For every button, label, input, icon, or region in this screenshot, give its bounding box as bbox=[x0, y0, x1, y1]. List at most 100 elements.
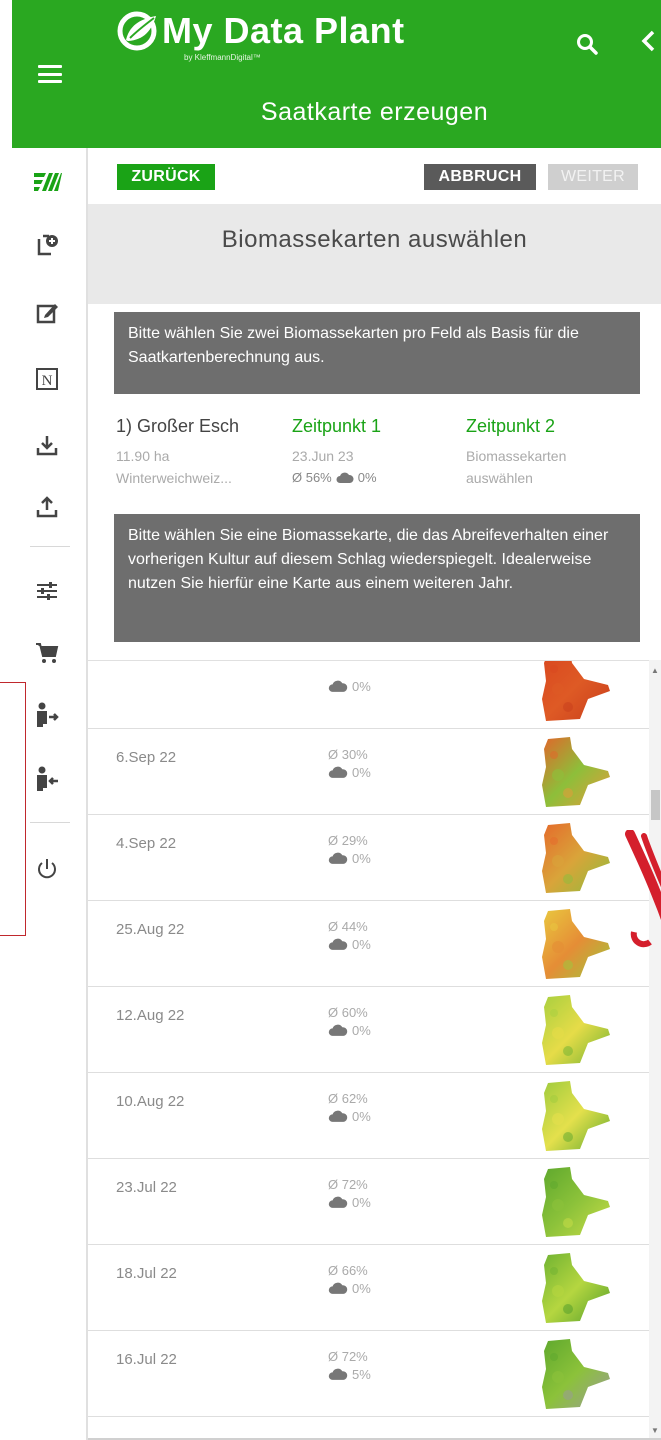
search-icon[interactable] bbox=[575, 32, 599, 56]
timepoint-2-hint-2: auswählen bbox=[466, 470, 533, 486]
cloud-value: 0% bbox=[352, 1195, 371, 1210]
biomass-map-thumbnail[interactable] bbox=[536, 993, 616, 1067]
map-date: 4.Sep 22 bbox=[116, 835, 177, 852]
biomass-map-thumbnail[interactable] bbox=[536, 1251, 616, 1325]
map-mean-value: Ø 66% bbox=[328, 1263, 368, 1278]
scroll-up-icon[interactable]: ▲ bbox=[651, 666, 659, 675]
timepoint-1-stats: Ø 56% 0% bbox=[292, 470, 377, 485]
map-date: 12.Aug 22 bbox=[116, 1007, 185, 1024]
map-date: 18.Jul 22 bbox=[116, 1265, 177, 1282]
red-annotation-mark bbox=[625, 830, 661, 948]
biomass-map-thumbnail[interactable] bbox=[536, 907, 616, 981]
cloud-value: 0% bbox=[352, 765, 371, 780]
highlight-annotation bbox=[0, 682, 26, 936]
map-mean-value: Ø 72% bbox=[328, 1349, 368, 1364]
section-title: Biomassekarten auswählen bbox=[221, 226, 528, 253]
biomass-map-list[interactable]: 0% 6.Sep 22 Ø 30% 0% 4.Sep 22 Ø 29% 0% 25.Aug 2… bbox=[88, 660, 649, 1440]
cloud-icon bbox=[336, 472, 354, 483]
info-message-2: Bitte wählen Sie eine Biomassekarte, die… bbox=[114, 514, 640, 642]
sliders-icon bbox=[37, 582, 57, 600]
sidebar-item-new[interactable] bbox=[32, 230, 62, 260]
map-cloud-cover: 0% bbox=[328, 937, 371, 952]
timepoint-2-label[interactable]: Zeitpunkt 2 bbox=[466, 416, 555, 437]
cloud-icon bbox=[328, 1282, 348, 1294]
list-item[interactable]: 10.Aug 22 Ø 62% 0% bbox=[88, 1075, 649, 1159]
sidebar-divider-2 bbox=[30, 822, 70, 823]
sidebar-item-fields[interactable] bbox=[32, 166, 62, 196]
cloud-icon bbox=[328, 1024, 348, 1036]
next-button[interactable]: WEITER bbox=[548, 164, 638, 190]
field-area: 11.90 ha bbox=[116, 448, 170, 464]
cloud-value: 0% bbox=[352, 1023, 371, 1038]
sidebar-item-export-user[interactable] bbox=[32, 700, 62, 730]
map-date: 10.Aug 22 bbox=[116, 1093, 185, 1110]
hamburger-icon bbox=[38, 65, 62, 83]
add-document-icon bbox=[37, 234, 58, 256]
cloud-icon bbox=[328, 680, 348, 692]
back-button[interactable]: ZURÜCK bbox=[117, 164, 215, 190]
field-stripes-icon bbox=[34, 173, 62, 191]
map-cloud-cover: 0% bbox=[328, 679, 371, 694]
sidebar-item-edit[interactable] bbox=[32, 298, 62, 328]
cloud-icon bbox=[328, 1196, 348, 1208]
map-mean-value: Ø 29% bbox=[328, 833, 368, 848]
biomass-map-thumbnail[interactable] bbox=[536, 660, 616, 723]
app-subtitle: by KleffmannDigital™ bbox=[184, 53, 261, 62]
map-cloud-cover: 0% bbox=[328, 1023, 371, 1038]
map-cloud-cover: 5% bbox=[328, 1367, 371, 1382]
timepoint-1-date: 23.Jun 23 bbox=[292, 448, 354, 464]
biomass-map-thumbnail[interactable] bbox=[536, 735, 616, 809]
list-item[interactable]: 12.Aug 22 Ø 60% 0% bbox=[88, 989, 649, 1073]
section-header bbox=[88, 204, 661, 304]
cloud-value: 0% bbox=[352, 937, 371, 952]
sidebar-item-download[interactable] bbox=[32, 430, 62, 460]
biomass-map-thumbnail[interactable] bbox=[536, 1079, 616, 1153]
list-item[interactable]: 0% bbox=[88, 660, 649, 729]
sidebar-item-import-user[interactable] bbox=[32, 764, 62, 794]
map-mean-value: Ø 72% bbox=[328, 1177, 368, 1192]
cloud-icon bbox=[328, 938, 348, 950]
app-logo[interactable]: My Data Plant bbox=[116, 10, 405, 52]
map-cloud-cover: 0% bbox=[328, 1109, 371, 1124]
main-content: ZURÜCK ABBRUCH WEITER Biomassekarten aus… bbox=[88, 148, 661, 1440]
timepoint-1-label[interactable]: Zeitpunkt 1 bbox=[292, 416, 381, 437]
list-item[interactable]: 23.Jul 22 Ø 72% 0% bbox=[88, 1161, 649, 1245]
edit-icon bbox=[36, 304, 58, 324]
map-cloud-cover: 0% bbox=[328, 851, 371, 866]
sidebar-item-shop[interactable] bbox=[32, 638, 62, 668]
timepoint-1-cloud: 0% bbox=[357, 470, 377, 485]
menu-button[interactable] bbox=[12, 0, 88, 148]
cancel-button[interactable]: ABBRUCH bbox=[424, 164, 536, 190]
list-item[interactable]: 6.Sep 22 Ø 30% 0% bbox=[88, 731, 649, 815]
biomass-map-thumbnail[interactable] bbox=[536, 1165, 616, 1239]
sidebar-item-settings[interactable] bbox=[32, 576, 62, 606]
cloud-value: 0% bbox=[352, 851, 371, 866]
list-item[interactable]: 18.Jul 22 Ø 66% 0% bbox=[88, 1247, 649, 1331]
leaf-logo-icon bbox=[117, 11, 157, 51]
map-mean-value: Ø 62% bbox=[328, 1091, 368, 1106]
cloud-icon bbox=[328, 766, 348, 778]
cloud-value: 0% bbox=[352, 679, 371, 694]
list-item[interactable]: 25.Aug 22 Ø 44% 0% bbox=[88, 903, 649, 987]
timepoint-1-mean: Ø 56% bbox=[292, 470, 332, 485]
field-crop: Winterweichweiz... bbox=[116, 470, 232, 486]
scroll-thumb[interactable] bbox=[651, 790, 660, 820]
sidebar-item-nsensor[interactable]: N bbox=[32, 364, 62, 394]
biomass-map-thumbnail[interactable] bbox=[536, 821, 616, 895]
cloud-icon bbox=[328, 1110, 348, 1122]
power-icon bbox=[38, 859, 56, 879]
chevron-left-icon[interactable] bbox=[638, 28, 658, 54]
list-scrollbar[interactable]: ▲ ▼ bbox=[649, 660, 661, 1440]
map-date: 6.Sep 22 bbox=[116, 749, 177, 766]
sidebar-divider bbox=[30, 546, 70, 547]
biomass-map-thumbnail[interactable] bbox=[536, 1337, 616, 1411]
n-sensor-icon: N bbox=[36, 368, 58, 390]
sidebar-item-logout[interactable] bbox=[32, 854, 62, 884]
list-item[interactable]: 4.Sep 22 Ø 29% 0% bbox=[88, 817, 649, 901]
scroll-down-icon[interactable]: ▼ bbox=[651, 1426, 659, 1435]
download-icon bbox=[36, 436, 58, 456]
list-item[interactable]: 16.Jul 22 Ø 72% 5% bbox=[88, 1333, 649, 1417]
sidebar-item-upload[interactable] bbox=[32, 492, 62, 522]
user-logout-icon bbox=[37, 702, 59, 727]
map-cloud-cover: 0% bbox=[328, 1195, 371, 1210]
